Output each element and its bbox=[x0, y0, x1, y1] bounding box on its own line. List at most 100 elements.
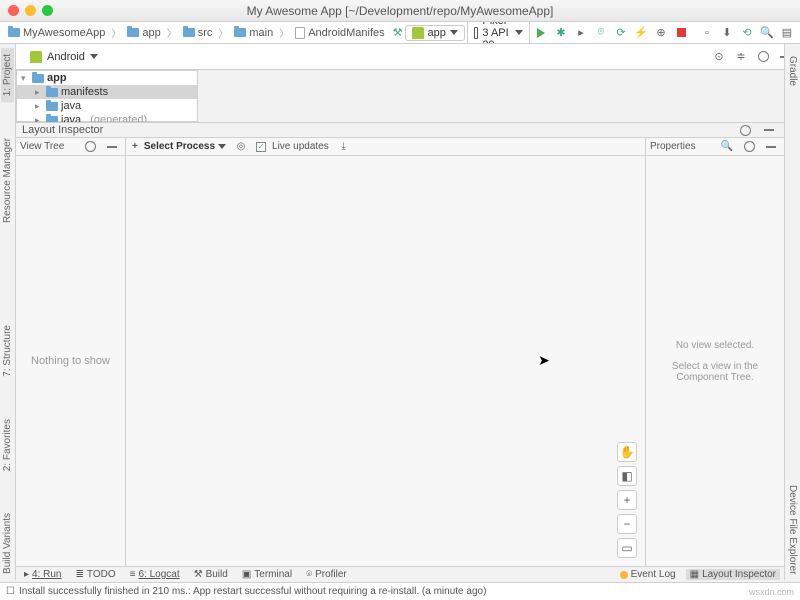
panel-hide-icon[interactable] bbox=[760, 121, 778, 139]
tab-build[interactable]: ⚒ Build bbox=[190, 569, 232, 580]
rail-structure[interactable]: 7: Structure bbox=[1, 319, 14, 383]
pan-button[interactable]: ✋ bbox=[617, 442, 637, 462]
profile-button[interactable]: ⌾ bbox=[592, 24, 610, 42]
panel-settings-icon[interactable] bbox=[736, 121, 754, 139]
tree-node-java[interactable]: ▸java bbox=[17, 99, 197, 113]
traffic-lights bbox=[8, 5, 53, 16]
run-configuration-selector[interactable]: app bbox=[405, 25, 465, 41]
crumb-label: src bbox=[198, 27, 213, 39]
project-view-mode-selector[interactable]: Android bbox=[22, 49, 106, 65]
breadcrumb-main[interactable]: main bbox=[230, 27, 277, 39]
tab-terminal[interactable]: ▣ Terminal bbox=[238, 569, 296, 580]
view-tree-pane: View Tree Nothing to show bbox=[16, 138, 126, 566]
stop-icon bbox=[677, 28, 686, 37]
view-tree-settings-icon[interactable] bbox=[81, 138, 99, 156]
folder-icon bbox=[183, 28, 195, 37]
navigation-bar: MyAwesomeApp 〉 app 〉 src 〉 main 〉 Androi… bbox=[0, 22, 800, 44]
tree-node-manifests[interactable]: ▸manifests bbox=[17, 85, 197, 99]
debug-button[interactable]: ✱ bbox=[552, 24, 570, 42]
rotate-3d-button[interactable]: ◧ bbox=[617, 466, 637, 486]
module-icon bbox=[32, 74, 44, 83]
phone-icon bbox=[474, 27, 479, 39]
rail-favorites[interactable]: 2: Favorites bbox=[1, 413, 14, 477]
breadcrumb-separator: 〉 bbox=[218, 25, 228, 40]
sdk-manager-button[interactable]: ⬇ bbox=[718, 24, 736, 42]
properties-hide-icon[interactable] bbox=[762, 138, 780, 156]
settings-gear-icon[interactable] bbox=[754, 48, 772, 66]
zoom-in-button[interactable]: + bbox=[617, 490, 637, 510]
tab-profiler[interactable]: ⌾ Profiler bbox=[302, 569, 351, 580]
crumb-label: MyAwesomeApp bbox=[23, 27, 105, 39]
status-message: Install successfully finished in 210 ms.… bbox=[19, 586, 486, 597]
breadcrumb-separator: 〉 bbox=[279, 25, 289, 40]
rail-build-variants[interactable]: Build Variants bbox=[1, 507, 14, 580]
live-updates-checkbox[interactable]: ✓ bbox=[256, 142, 266, 152]
zoom-controls: ✋ ◧ + − ▭ bbox=[617, 442, 637, 558]
layout-preview-pane[interactable]: + Select Process ◎ ✓ Live updates ⤓ ✋ ◧ … bbox=[126, 138, 646, 566]
zoom-out-button[interactable]: − bbox=[617, 514, 637, 534]
rail-gradle[interactable]: Gradle bbox=[786, 50, 799, 92]
select-process-label: Select Process bbox=[144, 141, 215, 152]
layout-inspector-panes: View Tree Nothing to show + Select Proce… bbox=[16, 138, 784, 566]
breadcrumb-app[interactable]: app bbox=[123, 27, 164, 39]
file-icon bbox=[295, 27, 305, 39]
zoom-fit-button[interactable]: ▭ bbox=[617, 538, 637, 558]
folder-icon bbox=[127, 28, 139, 37]
export-icon[interactable]: ⤓ bbox=[335, 138, 353, 156]
chevron-down-icon bbox=[218, 144, 226, 149]
attach-debugger-button[interactable]: ⊕ bbox=[652, 24, 670, 42]
run-button[interactable] bbox=[532, 24, 550, 42]
breadcrumb-manifest[interactable]: AndroidManifes bbox=[291, 27, 388, 39]
play-icon bbox=[537, 28, 545, 38]
tree-node-app[interactable]: ▾app bbox=[17, 71, 197, 85]
device-selector[interactable]: Pixel 3 API 29 bbox=[467, 22, 530, 44]
breadcrumb-project[interactable]: MyAwesomeApp bbox=[4, 27, 109, 39]
chevron-down-icon bbox=[450, 30, 458, 35]
rail-device-file-explorer[interactable]: Device File Explorer bbox=[786, 479, 799, 580]
scroll-from-source-icon[interactable]: ⊙ bbox=[710, 48, 728, 66]
hint-message: Select a view in the Component Tree. bbox=[654, 361, 776, 383]
view-tree-hide-icon[interactable] bbox=[103, 138, 121, 156]
capture-snapshot-icon[interactable]: ◎ bbox=[232, 138, 250, 156]
maximize-window-button[interactable] bbox=[42, 5, 53, 16]
bottom-tool-tabs: ▸ 4: Run ≣ TODO ≡ 6: Logcat ⚒ Build ▣ Te… bbox=[16, 566, 784, 582]
folder-icon bbox=[46, 102, 58, 111]
search-everywhere-button[interactable]: 🔍 bbox=[758, 24, 776, 42]
collapse-all-icon[interactable]: ≑ bbox=[732, 48, 750, 66]
avd-manager-button[interactable]: ▫ bbox=[698, 24, 716, 42]
properties-search-icon[interactable]: 🔍 bbox=[718, 138, 736, 156]
warning-badge-icon bbox=[620, 571, 628, 579]
no-view-message: No view selected. bbox=[676, 340, 754, 351]
select-process-dropdown[interactable]: Select Process bbox=[144, 141, 226, 152]
crumb-label: AndroidManifes bbox=[308, 27, 384, 39]
build-hammer-icon[interactable]: ⚒ bbox=[393, 24, 403, 42]
chevron-down-icon bbox=[90, 54, 98, 59]
crumb-label: app bbox=[142, 27, 160, 39]
minimize-window-button[interactable] bbox=[25, 5, 36, 16]
tab-todo[interactable]: ≣ TODO bbox=[72, 569, 120, 580]
stop-button[interactable] bbox=[672, 24, 690, 42]
project-structure-button[interactable]: ▤ bbox=[778, 24, 796, 42]
right-tool-rail: Gradle Device File Explorer bbox=[784, 44, 800, 580]
project-tree[interactable]: ▾app ▸manifests ▸java ▸java (generated) bbox=[16, 70, 198, 122]
panel-title: Layout Inspector bbox=[22, 124, 103, 136]
close-window-button[interactable] bbox=[8, 5, 19, 16]
pane-title: Properties bbox=[650, 141, 696, 152]
rail-project[interactable]: 1: Project bbox=[1, 48, 14, 102]
apply-changes-button[interactable]: ⟳ bbox=[612, 24, 630, 42]
properties-settings-icon[interactable] bbox=[740, 138, 758, 156]
apply-code-button[interactable]: ⚡ bbox=[632, 24, 650, 42]
tab-layout-inspector[interactable]: ▦ Layout Inspector bbox=[686, 569, 780, 580]
breadcrumb-src[interactable]: src bbox=[179, 27, 217, 39]
project-view-toolbar: Android ⊙ ≑ bbox=[16, 44, 800, 70]
empty-message: Nothing to show bbox=[31, 355, 110, 367]
coverage-button[interactable]: ▸ bbox=[572, 24, 590, 42]
rail-resource-manager[interactable]: Resource Manager bbox=[1, 132, 14, 229]
breadcrumb-separator: 〉 bbox=[167, 25, 177, 40]
run-config-label: app bbox=[428, 27, 446, 39]
tab-logcat[interactable]: ≡ 6: Logcat bbox=[126, 569, 184, 580]
tab-event-log[interactable]: Event Log bbox=[616, 569, 680, 580]
tab-run[interactable]: ▸ 4: Run bbox=[20, 569, 66, 580]
chevron-down-icon bbox=[515, 30, 523, 35]
sync-gradle-button[interactable]: ⟲ bbox=[738, 24, 756, 42]
